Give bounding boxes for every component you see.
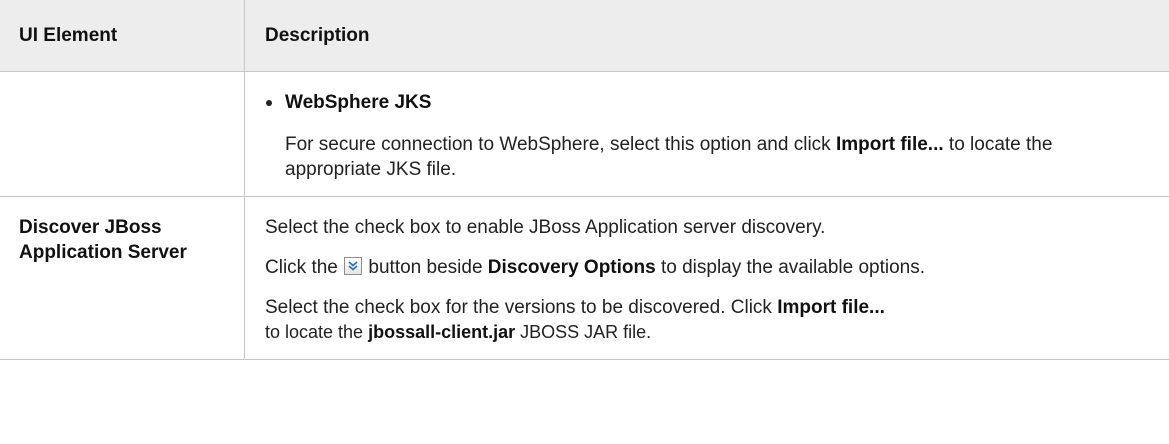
description-paragraph: Select the check box for the versions to… [265, 295, 1149, 345]
jar-file-name: jbossall-client.jar [368, 322, 516, 342]
bullet-label: WebSphere JKS [285, 92, 432, 113]
paragraph-text: button beside [363, 257, 488, 278]
bullet-dot-icon [266, 100, 272, 106]
description-paragraph: Click the button beside Discovery Option… [265, 255, 1149, 280]
header-ui-element: UI Element [0, 0, 245, 72]
ui-element-table: UI Element Description WebSphere JKS For… [0, 0, 1169, 360]
import-file-label: Import file... [777, 297, 885, 318]
description-paragraph: Select the check box to enable JBoss App… [265, 217, 826, 238]
description-paragraph: For secure connection to WebSphere, sele… [265, 132, 1149, 182]
paragraph-text: Click the [265, 257, 344, 278]
table-row: Discover JBoss Application Server Select… [0, 196, 1169, 360]
import-file-label: Import file... [835, 134, 944, 155]
paragraph-text: For secure connection to WebSphere, sele… [285, 134, 836, 155]
table-header-row: UI Element Description [0, 0, 1169, 72]
paragraph-text: Select the check box for the versions to… [265, 297, 778, 318]
ui-element-cell [0, 71, 245, 197]
paragraph-text: JBOSS JAR file. [515, 322, 652, 342]
expand-chevron-icon [344, 257, 363, 275]
header-description: Description [244, 0, 1169, 72]
bullet-item: WebSphere JKS [265, 90, 1149, 115]
description-cell: Select the check box to enable JBoss App… [244, 196, 1169, 360]
discovery-options-label: Discovery Options [487, 257, 656, 278]
paragraph-text: to locate the [265, 322, 369, 342]
description-cell: WebSphere JKS For secure connection to W… [244, 71, 1169, 197]
paragraph-text: to display the available options. [655, 257, 926, 278]
ui-element-cell: Discover JBoss Application Server [0, 196, 245, 360]
table-row: WebSphere JKS For secure connection to W… [0, 71, 1169, 197]
